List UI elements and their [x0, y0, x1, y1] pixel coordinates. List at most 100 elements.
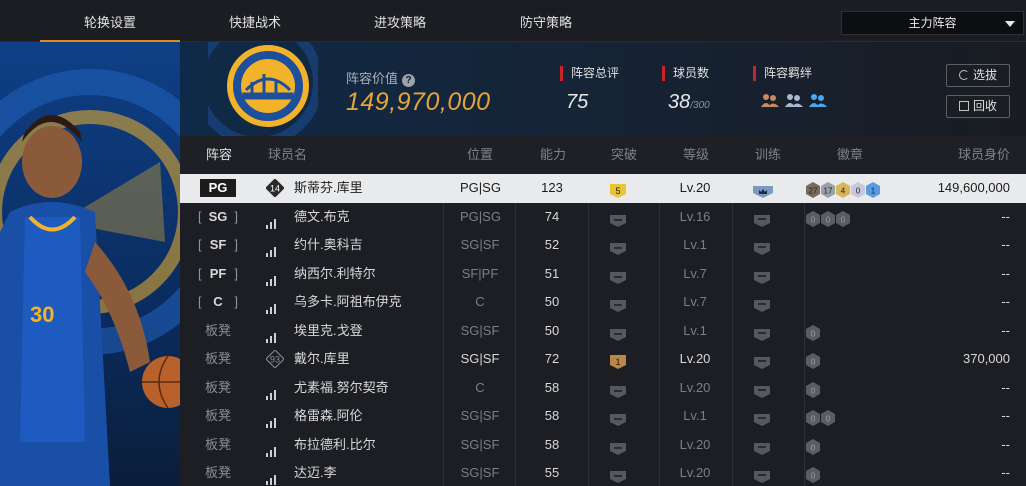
help-icon[interactable]: ?	[402, 74, 416, 87]
training-icon[interactable]	[752, 409, 772, 426]
player-name: 尤素福.努尔契奇	[294, 379, 389, 395]
player-price: --	[1001, 265, 1010, 281]
table-row[interactable]: 板凳 93 戴尔.库里 SG|SF 72 1 Lv.20 0 370,000	[180, 345, 1026, 374]
player-price: --	[1001, 408, 1010, 423]
col-training[interactable]: 训练	[755, 136, 781, 174]
player-ability: 72	[544, 351, 560, 366]
table-row[interactable]: PF 纳西尔.利特尔 SF|PF 51 Lv.7 --	[180, 260, 1026, 289]
player-ability: 51	[544, 265, 560, 281]
tab-rotation[interactable]: 轮换设置	[40, 0, 180, 42]
lineup-slot: SF	[198, 231, 238, 260]
player-tier	[266, 260, 286, 289]
table-row[interactable]: 板凳 尤素福.努尔契奇 C 58 Lv.20 0 --	[180, 374, 1026, 403]
training-icon[interactable]	[752, 381, 772, 398]
breakthrough-cell	[608, 203, 640, 232]
training-icon[interactable]	[752, 466, 772, 483]
player-level: Lv.7	[683, 294, 707, 309]
table-row[interactable]: C 乌多卡.阿祖布伊克 C 50 Lv.7 --	[180, 288, 1026, 317]
training-cell	[752, 374, 780, 403]
player-ability: 58	[544, 408, 560, 423]
select-button[interactable]: 选拔	[946, 64, 1010, 87]
badges-cell	[806, 231, 906, 260]
table-row[interactable]: PG 14 斯蒂芬.库里 PG|SG 123 5 Lv.20 27 17 4 0 1 1…	[180, 174, 1026, 203]
breakthrough-cell	[608, 402, 640, 431]
bond-icon-bronze[interactable]	[761, 93, 779, 107]
signal-bars-icon	[266, 445, 279, 457]
lineup-slot: 板凳	[204, 436, 231, 452]
badge-hex: 0	[806, 351, 820, 369]
badge-count: 0	[856, 187, 861, 196]
table-row[interactable]: 板凳 格雷森.阿伦 SG|SF 58 Lv.1 00 --	[180, 402, 1026, 431]
col-position[interactable]: 位置	[467, 136, 493, 174]
player-name: 纳西尔.利特尔	[294, 265, 376, 281]
lineup-value-label: 阵容价值?	[346, 68, 416, 87]
player-name: 达迈.李	[294, 465, 337, 480]
col-level[interactable]: 等级	[683, 136, 709, 174]
player-ability: 123	[541, 180, 563, 195]
badge-count: 0	[811, 358, 816, 367]
recycle-icon	[958, 101, 969, 111]
tab-quick-tactics[interactable]: 快捷战术	[185, 0, 325, 42]
player-tier	[266, 374, 286, 403]
player-tier	[266, 402, 286, 431]
badge-hex: 0	[821, 209, 835, 227]
col-price[interactable]: 球员身价	[958, 136, 1010, 174]
rank-badge: 14	[265, 178, 285, 198]
recycle-button[interactable]: 回收	[946, 95, 1010, 118]
badge-hex: 0	[806, 323, 820, 341]
rank-number: 93	[270, 355, 280, 365]
table-header: 阵容 球员名 位置 能力 突破 等级 训练 徽章 球员身价	[180, 136, 1026, 174]
training-cell	[752, 459, 780, 486]
player-portrait: 30	[0, 42, 180, 486]
table-row[interactable]: 板凳 达迈.李 SG|SF 55 Lv.20 0 --	[180, 459, 1026, 486]
badge-count: 0	[826, 215, 831, 224]
breakthrough-cell	[608, 431, 640, 460]
tab-defense[interactable]: 防守策略	[476, 0, 616, 42]
player-position: C	[475, 379, 485, 395]
player-level: Lv.16	[679, 208, 711, 224]
training-cell	[752, 174, 780, 203]
table-row[interactable]: 板凳 埃里克.戈登 SG|SF 50 Lv.1 0 --	[180, 317, 1026, 346]
col-player-name[interactable]: 球员名	[268, 136, 307, 174]
lineup-dropdown[interactable]: 主力阵容	[841, 11, 1024, 35]
bond-icons[interactable]	[753, 93, 827, 107]
bond-icon-silver[interactable]	[785, 93, 803, 107]
training-icon[interactable]	[752, 438, 772, 455]
tab-offense[interactable]: 进攻策略	[330, 0, 470, 42]
badge-hex: 27	[806, 180, 820, 198]
table-row[interactable]: 板凳 布拉德利.比尔 SG|SF 58 Lv.20 0 --	[180, 431, 1026, 460]
training-crown-icon[interactable]	[752, 181, 773, 198]
badge-hex: 0	[851, 180, 865, 198]
player-position: SG|SF	[460, 237, 500, 252]
col-lineup[interactable]: 阵容	[206, 136, 232, 174]
training-icon[interactable]	[752, 295, 772, 312]
table-row[interactable]: SF 约什.奥科吉 SG|SF 52 Lv.1 --	[180, 231, 1026, 260]
training-icon[interactable]	[752, 238, 772, 255]
player-price: --	[1001, 322, 1010, 338]
roster-table: 阵容 球员名 位置 能力 突破 等级 训练 徽章 球员身价 PG 14 斯蒂芬.…	[180, 136, 1026, 486]
player-name: 格雷森.阿伦	[294, 408, 363, 423]
breakthrough-cell	[608, 459, 640, 486]
training-icon[interactable]	[752, 267, 772, 284]
breakthrough-cell: 1	[608, 345, 640, 374]
player-position: SG|SF	[460, 408, 500, 423]
training-cell	[752, 317, 780, 346]
player-price: --	[1001, 208, 1010, 224]
player-level: Lv.20	[679, 379, 711, 395]
col-breakthrough[interactable]: 突破	[611, 136, 637, 174]
breakthrough-empty-icon	[608, 381, 628, 398]
col-badges[interactable]: 徽章	[837, 136, 863, 174]
player-position: SG|SF	[460, 351, 500, 366]
breakthrough-badge: 1	[608, 352, 628, 369]
training-icon[interactable]	[752, 210, 772, 227]
col-ability[interactable]: 能力	[540, 136, 566, 174]
lineup-slot: 板凳	[204, 322, 231, 338]
training-icon[interactable]	[752, 324, 772, 341]
breakthrough-level: 1	[615, 357, 620, 367]
training-icon[interactable]	[752, 352, 772, 369]
player-ability: 50	[544, 322, 560, 338]
bond-icon-blue[interactable]	[809, 93, 827, 107]
player-level: Lv.20	[679, 180, 711, 195]
table-row[interactable]: SG 德文.布克 PG|SG 74 Lv.16 0 0 0 --	[180, 203, 1026, 232]
breakthrough-cell	[608, 374, 640, 403]
